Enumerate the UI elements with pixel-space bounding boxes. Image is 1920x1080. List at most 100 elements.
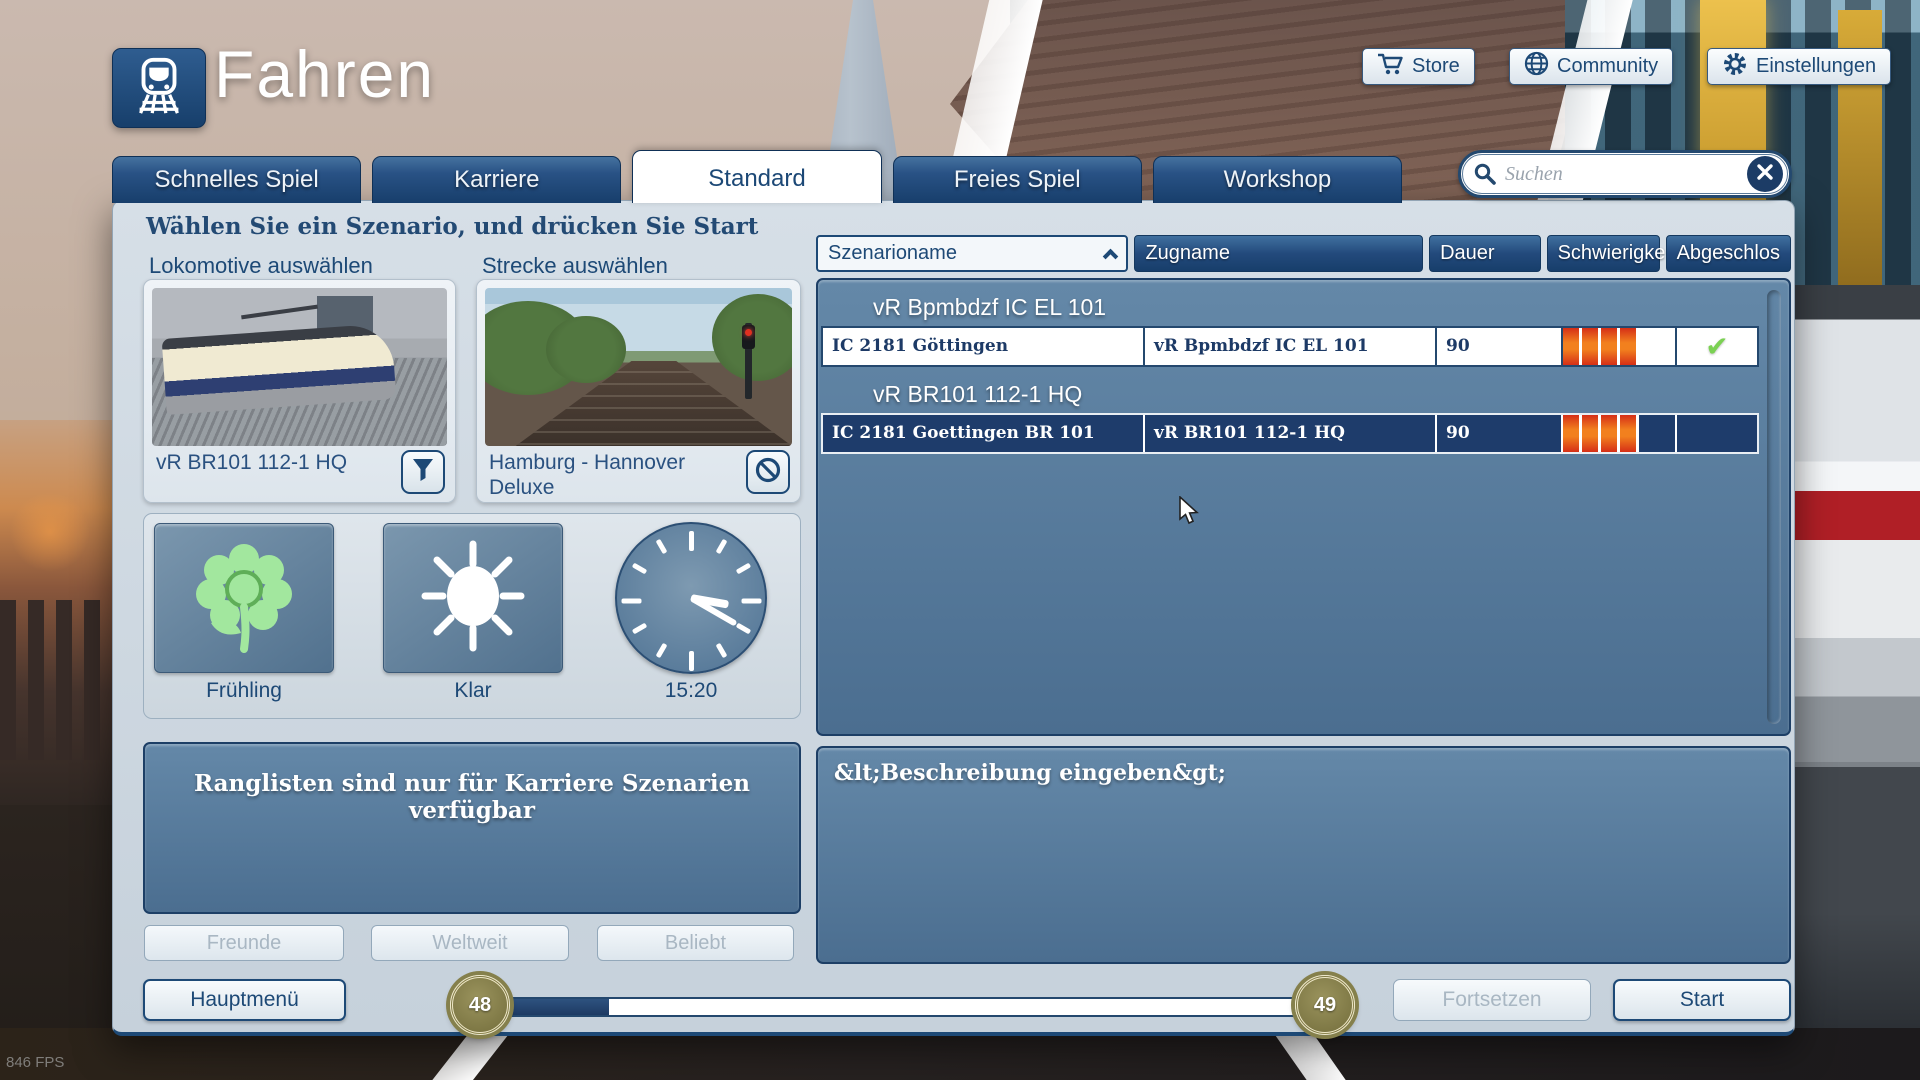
gear-icon [1722, 51, 1748, 83]
search-input[interactable] [1505, 163, 1747, 186]
loco-image-body [161, 323, 396, 415]
difficulty-bar [1601, 415, 1620, 452]
route-name: Hamburg - Hannover Deluxe [489, 450, 719, 500]
flower-icon [189, 537, 299, 660]
close-icon [1756, 163, 1774, 186]
conditions-panel: Frühling Klar 15:20 [143, 513, 801, 719]
resume-button[interactable]: Fortsetzen [1393, 979, 1591, 1021]
store-label: Store [1412, 55, 1460, 78]
route-image-signal [745, 323, 752, 399]
tab-karriere[interactable]: Karriere [372, 156, 621, 203]
route-card[interactable]: Hamburg - Hannover Deluxe [476, 279, 801, 503]
scenario-table: vR Bpmbdzf IC EL 101IC 2181 GöttingenvR … [816, 278, 1791, 736]
table-row[interactable]: IC 2181 Goettingen BR 101vR BR101 112-1 … [821, 413, 1759, 454]
clock-tick [715, 643, 727, 658]
sun-icon [413, 536, 533, 661]
clock-tick [655, 539, 667, 554]
level-badge-current: 48 [450, 975, 510, 1035]
clock-tick [741, 599, 761, 604]
season-label: Frühling [154, 679, 334, 703]
level-progress-bar [481, 997, 1325, 1017]
settings-button[interactable]: Einstellungen [1707, 48, 1891, 85]
rank-button-freunde[interactable]: Freunde [144, 925, 344, 961]
loco-filter-button[interactable] [401, 450, 445, 494]
loco-image-pantograph [241, 305, 317, 320]
table-row[interactable]: IC 2181 GöttingenvR Bpmbdzf IC EL 10190✔ [821, 326, 1759, 367]
season-tile[interactable] [154, 523, 334, 673]
rank-button-weltweit[interactable]: Weltweit [371, 925, 569, 961]
tab-label: Workshop [1224, 166, 1332, 193]
tab-label: Standard [708, 165, 805, 192]
column-header-szenarioname[interactable]: Szenarioname [816, 235, 1128, 272]
weather-tile[interactable] [383, 523, 563, 673]
clock-icon[interactable] [615, 522, 767, 674]
rank-button-beliebt[interactable]: Beliebt [597, 925, 794, 961]
filter-icon [411, 457, 435, 488]
background-platform [1792, 762, 1920, 1037]
locomotive-image [152, 288, 447, 446]
tab-label: Schnelles Spiel [155, 166, 319, 193]
community-button[interactable]: Community [1509, 48, 1673, 85]
search-box [1458, 150, 1792, 198]
search-clear-button[interactable] [1747, 156, 1783, 192]
cell-train-name: vR BR101 112-1 HQ [1145, 415, 1437, 452]
clock-tick [621, 599, 641, 604]
cell-scenario-name: IC 2181 Goettingen BR 101 [823, 415, 1145, 452]
route-image-tree [546, 316, 626, 382]
cell-completed: ✔ [1677, 328, 1757, 365]
tab-standard[interactable]: Standard [632, 150, 881, 203]
column-label: Szenarioname [828, 242, 957, 265]
community-label: Community [1557, 55, 1658, 78]
main-dialog: Wählen Sie ein Szenario, und drücken Sie… [112, 200, 1795, 1036]
ranking-panel: Ranglisten sind nur für Karriere Szenari… [143, 742, 801, 914]
time-label: 15:20 [615, 679, 767, 703]
clock-tick [631, 623, 646, 635]
clock-tick [689, 531, 694, 551]
clock-tick [655, 643, 667, 658]
no-entry-icon [754, 456, 782, 489]
table-rows: vR Bpmbdzf IC EL 101IC 2181 GöttingenvR … [818, 292, 1789, 454]
difficulty-bar [1639, 415, 1658, 452]
table-scrollbar[interactable] [1767, 290, 1781, 724]
tab-label: Freies Spiel [954, 166, 1081, 193]
loco-select-label: Lokomotive auswählen [149, 253, 373, 279]
fps-counter: 846 FPS [6, 1054, 64, 1071]
app-logo [112, 48, 206, 128]
check-icon: ✔ [1705, 333, 1728, 361]
route-clear-button[interactable] [746, 450, 790, 494]
difficulty-bar [1563, 415, 1582, 452]
column-label: Schwierigke [1558, 242, 1666, 265]
background-sunset-city [0, 420, 118, 820]
caret-up-icon [1103, 248, 1119, 264]
main-menu-button[interactable]: Hauptmenü [143, 979, 346, 1021]
cell-duration: 90 [1437, 415, 1563, 452]
cell-train-name: vR Bpmbdzf IC EL 101 [1145, 328, 1437, 365]
start-button[interactable]: Start [1613, 979, 1791, 1021]
column-header-schwierigke[interactable]: Schwierigke [1547, 235, 1660, 272]
search-icon [1473, 162, 1497, 186]
tab-label: Karriere [454, 166, 539, 193]
tab-freies-spiel[interactable]: Freies Spiel [893, 156, 1142, 203]
tab-workshop[interactable]: Workshop [1153, 156, 1402, 203]
clock-tick [735, 563, 750, 575]
locomotive-card[interactable]: vR BR101 112-1 HQ [143, 279, 456, 503]
clock-tick [689, 651, 694, 671]
cart-icon [1377, 52, 1404, 82]
column-header-zugname[interactable]: Zugname [1134, 235, 1423, 272]
tab-schnelles-spiel[interactable]: Schnelles Spiel [112, 156, 361, 203]
table-group-header: vR Bpmbdzf IC EL 101 [873, 292, 1789, 324]
weather-label: Klar [383, 679, 563, 703]
cell-completed [1677, 415, 1757, 452]
column-label: Zugname [1145, 242, 1230, 265]
train-icon [128, 55, 190, 122]
ranking-notice: Ranglisten sind nur für Karriere Szenari… [145, 744, 799, 824]
column-header-abgeschlos[interactable]: Abgeschlos [1666, 235, 1791, 272]
store-button[interactable]: Store [1362, 48, 1475, 85]
cell-duration: 90 [1437, 328, 1563, 365]
difficulty-bar [1620, 328, 1639, 365]
difficulty-bar [1563, 328, 1582, 365]
mouse-cursor [1178, 496, 1200, 531]
difficulty-bar [1582, 415, 1601, 452]
column-header-dauer[interactable]: Dauer [1429, 235, 1541, 272]
tab-bar: Schnelles Spiel Karriere Standard Freies Sp… [112, 150, 1402, 203]
